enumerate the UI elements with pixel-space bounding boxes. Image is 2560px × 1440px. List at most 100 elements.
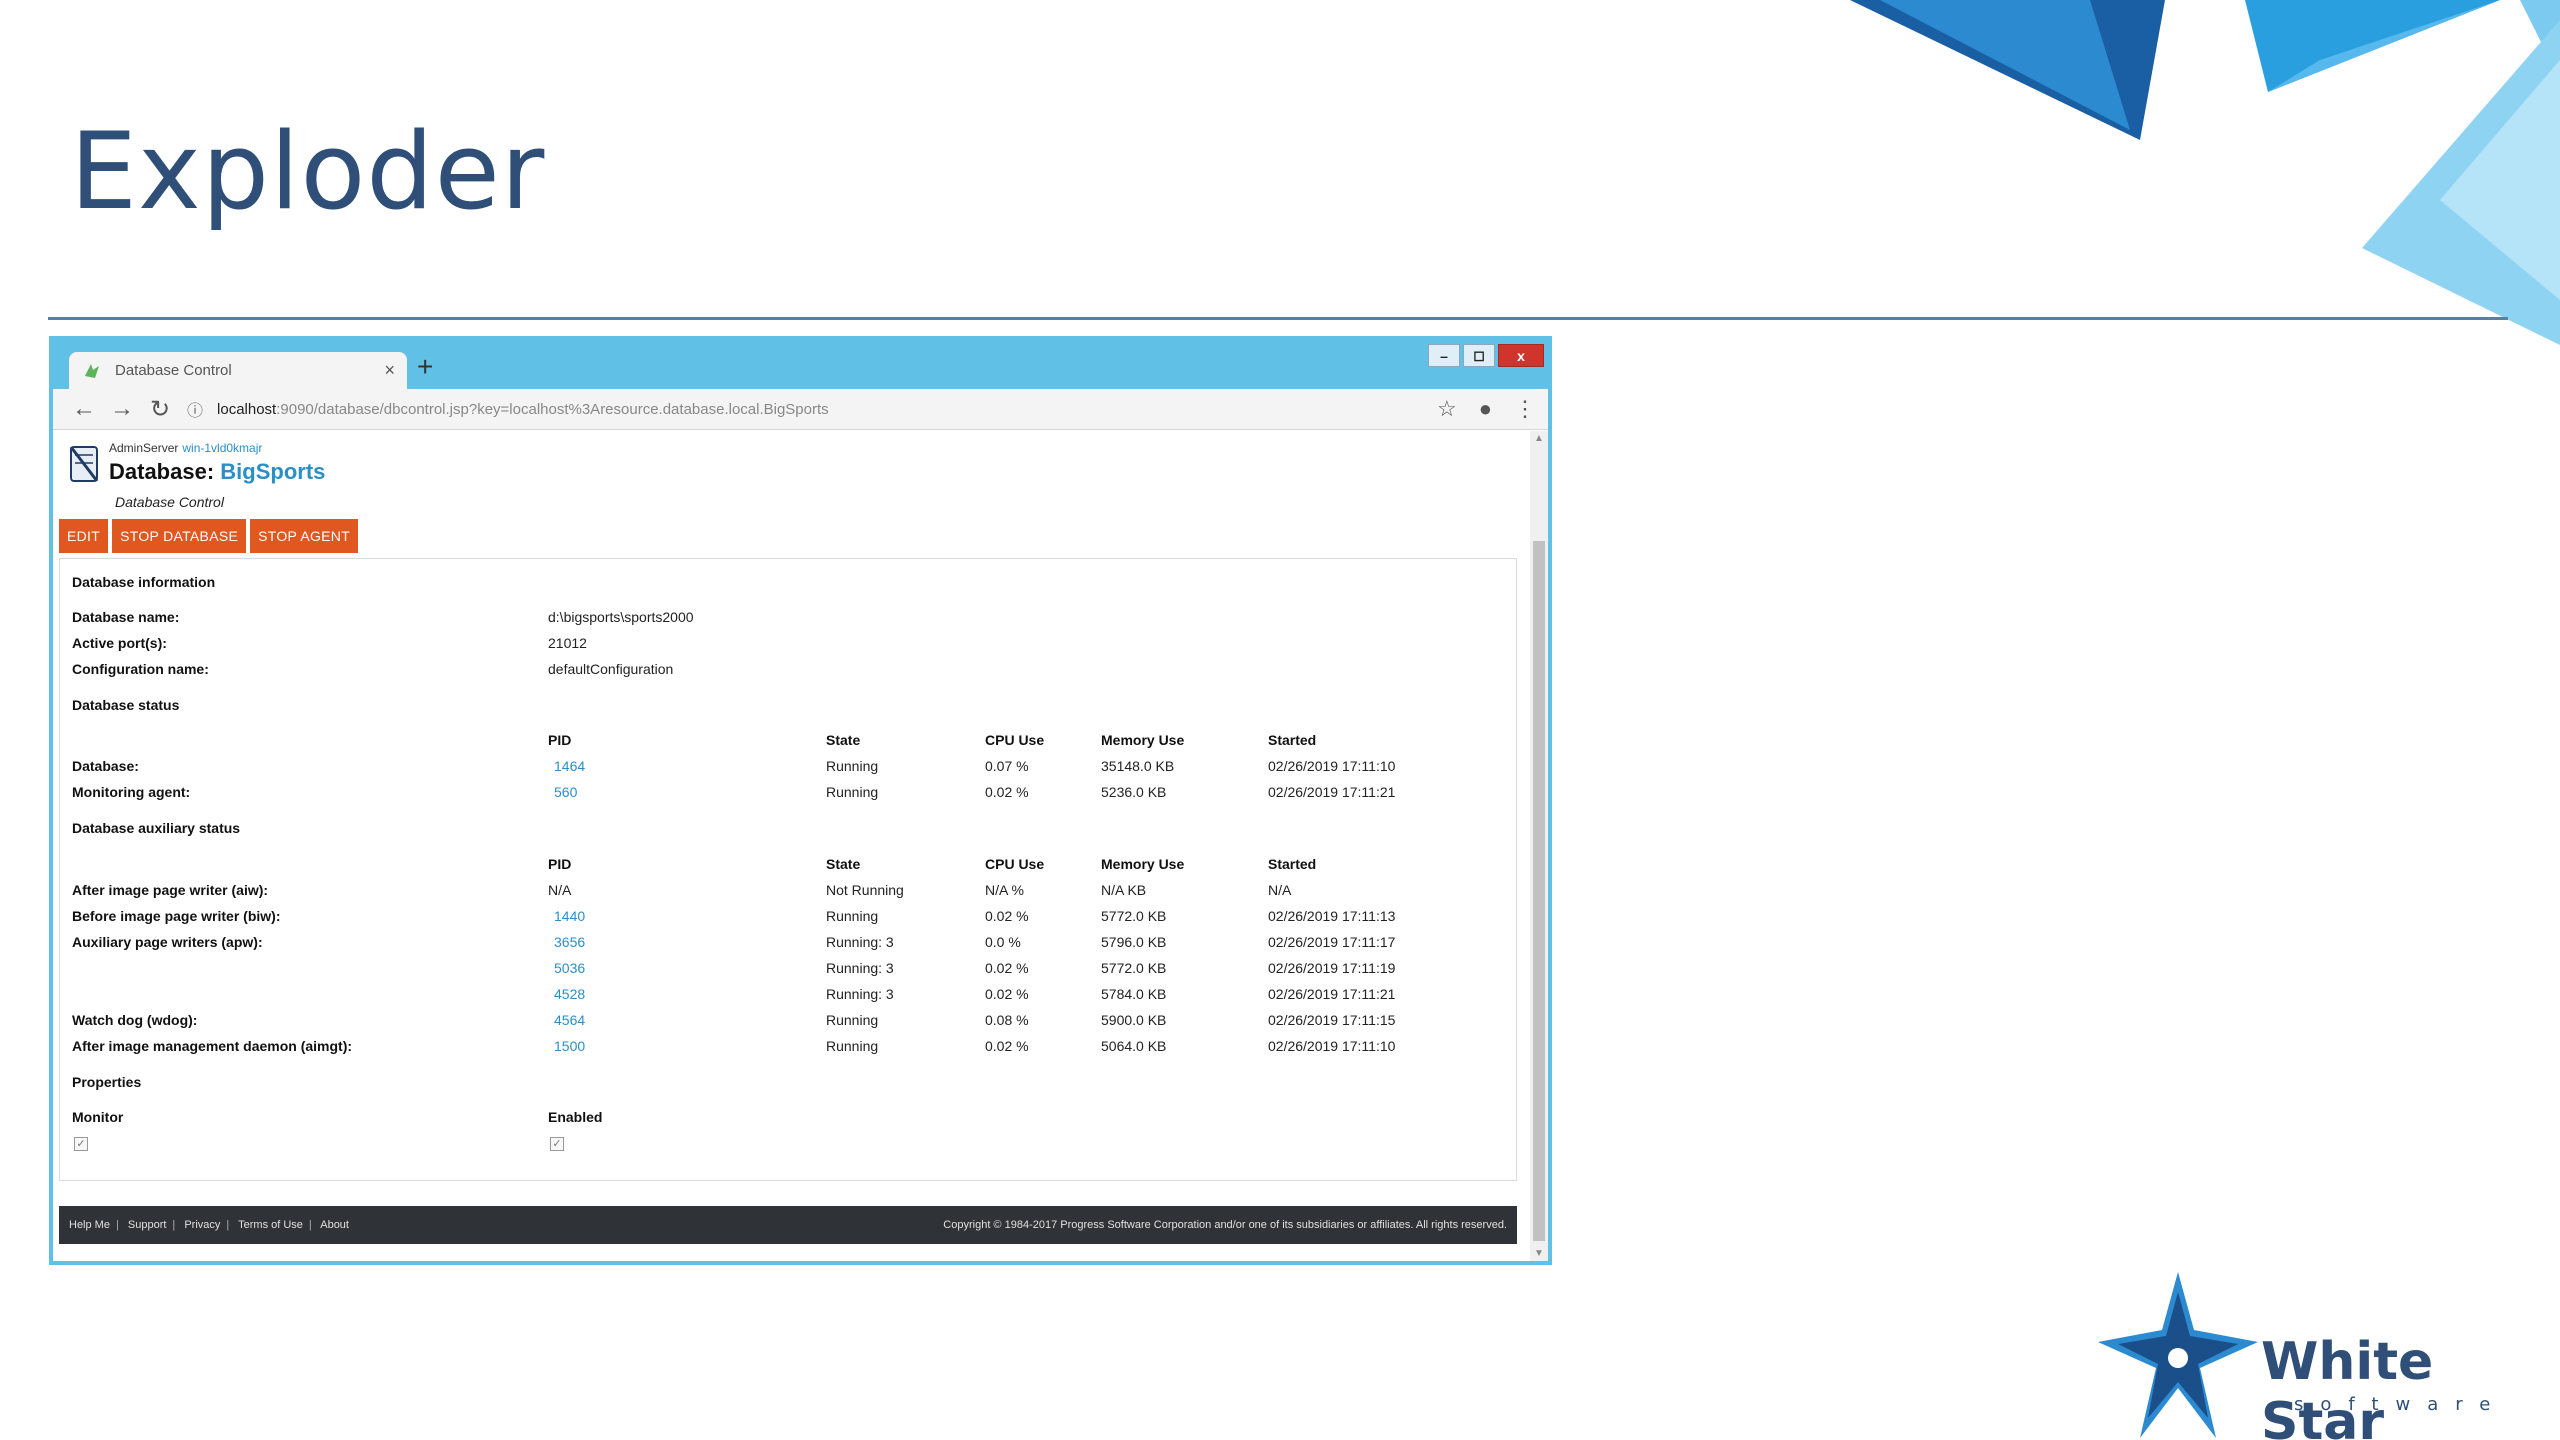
edit-button[interactable]: EDIT xyxy=(59,519,109,553)
page-viewport: AdminServer win-1vld0kmajr Database: BigS… xyxy=(53,431,1530,1261)
info-row: Active port(s): 21012 xyxy=(72,635,1492,655)
minimize-button[interactable]: – xyxy=(1428,344,1460,367)
stop-agent-button[interactable]: STOP AGENT xyxy=(250,519,359,553)
slide-title: Exploder xyxy=(70,110,546,233)
cpu-value: 0.02 % xyxy=(985,908,1029,924)
state-value: Running xyxy=(826,1012,879,1028)
footer-link-terms[interactable]: Terms of Use xyxy=(238,1219,303,1231)
footer-link-about[interactable]: About xyxy=(320,1219,349,1231)
started-value: 02/26/2019 17:11:10 xyxy=(1268,758,1396,774)
info-value: 21012 xyxy=(548,635,587,651)
footer-link-privacy[interactable]: Privacy xyxy=(184,1219,220,1231)
info-row: Database name: d:\bigsports\sports2000 xyxy=(72,609,1492,629)
window-controls: – ◻ x xyxy=(1425,344,1544,367)
tab-database-control[interactable]: Database Control × xyxy=(69,352,407,389)
section-auxiliary-status: Database auxiliary status xyxy=(72,820,241,836)
cpu-value: 0.02 % xyxy=(985,1038,1029,1054)
process-label: Watch dog (wdog): xyxy=(72,1012,198,1028)
process-label: After image page writer (aiw): xyxy=(72,882,269,898)
started-value: 02/26/2019 17:11:13 xyxy=(1268,908,1396,924)
forward-arrow-icon[interactable]: → xyxy=(103,395,141,423)
started-value: 02/26/2019 17:11:10 xyxy=(1268,1038,1396,1054)
table-row: Watch dog (wdog): 4564 Running 0.08 % 59… xyxy=(72,1012,1492,1032)
state-value: Running: 3 xyxy=(826,960,894,976)
info-icon[interactable]: ⓘ xyxy=(187,397,203,421)
scroll-down-icon[interactable]: ▼ xyxy=(1530,1248,1548,1259)
memory-value: 5796.0 KB xyxy=(1101,934,1167,950)
memory-value: 5900.0 KB xyxy=(1101,1012,1167,1028)
pid-link[interactable]: 1500 xyxy=(548,1038,585,1054)
col-cpu: CPU Use xyxy=(985,732,1045,748)
tab-close-icon[interactable]: × xyxy=(384,360,395,381)
footer-link-help[interactable]: Help Me xyxy=(69,1219,110,1231)
white-star-logo: White Star software xyxy=(2098,1272,2518,1440)
pid-link[interactable]: 3656 xyxy=(548,934,585,950)
new-tab-button[interactable]: + xyxy=(417,350,433,384)
database-header: AdminServer win-1vld0kmajr Database: BigS… xyxy=(67,439,1507,510)
col-started: Started xyxy=(1268,732,1317,748)
monitor-label: Monitor xyxy=(72,1109,124,1125)
table-row: After image page writer (aiw): N/A Not R… xyxy=(72,882,1492,902)
memory-value: 5772.0 KB xyxy=(1101,908,1167,924)
info-label: Configuration name: xyxy=(72,661,209,677)
process-label: Auxiliary page writers (apw): xyxy=(72,934,263,950)
bookmark-star-icon[interactable]: ☆ xyxy=(1437,396,1457,422)
database-icon xyxy=(69,446,99,482)
url-path: :9090/database/dbcontrol.jsp?key=localho… xyxy=(276,400,829,418)
admin-server-label: AdminServer xyxy=(109,441,179,455)
table-row: Auxiliary page writers (apw): 3656 Runni… xyxy=(72,934,1492,954)
state-value: Running xyxy=(826,758,879,774)
started-value: 02/26/2019 17:11:19 xyxy=(1268,960,1396,976)
stop-database-button[interactable]: STOP DATABASE xyxy=(112,519,247,553)
vertical-scrollbar[interactable]: ▲ ▼ xyxy=(1530,431,1548,1261)
monitor-checkbox[interactable]: ✓ xyxy=(74,1137,88,1151)
back-arrow-icon[interactable]: ← xyxy=(65,395,103,423)
status-header-row: PID State CPU Use Memory Use Started xyxy=(72,732,1492,752)
account-icon[interactable]: ● xyxy=(1479,396,1492,422)
url-input[interactable]: ⓘ localhost :9090/database/dbcontrol.jsp… xyxy=(187,394,1415,425)
browser-window: Database Control × + – ◻ x ← → ↻ ⓘ local… xyxy=(49,336,1552,1265)
section-properties: Properties xyxy=(72,1074,142,1090)
info-label: Database name: xyxy=(72,609,180,625)
col-memory: Memory Use xyxy=(1101,856,1185,872)
footer-link-support[interactable]: Support xyxy=(128,1219,167,1231)
pid-link[interactable]: 1464 xyxy=(548,758,585,774)
memory-value: 35148.0 KB xyxy=(1101,758,1175,774)
admin-server-link[interactable]: win-1vld0kmajr xyxy=(182,441,262,455)
footer-links: Help Me | Support | Privacy | Terms of Use |… xyxy=(69,1219,349,1231)
enabled-checkbox[interactable]: ✓ xyxy=(550,1137,564,1151)
cpu-value: 0.0 % xyxy=(985,934,1021,950)
cpu-value: 0.02 % xyxy=(985,784,1029,800)
url-host: localhost xyxy=(217,400,277,418)
state-value: Running xyxy=(826,1038,879,1054)
col-cpu: CPU Use xyxy=(985,856,1045,872)
state-value: Running: 3 xyxy=(826,934,894,950)
scrollbar-thumb[interactable] xyxy=(1533,541,1545,1241)
pid-link[interactable]: 1440 xyxy=(548,908,585,924)
pid-link[interactable]: 560 xyxy=(548,784,577,800)
close-window-button[interactable]: x xyxy=(1498,344,1544,367)
memory-value: N/A KB xyxy=(1101,882,1147,898)
properties-header-row: Monitor Enabled xyxy=(72,1109,1492,1129)
pid-value: N/A xyxy=(548,882,572,898)
tab-strip: Database Control × + – ◻ x xyxy=(53,340,1548,389)
pid-link[interactable]: 5036 xyxy=(548,960,585,976)
title-prefix: Database: xyxy=(109,459,215,484)
started-value: 02/26/2019 17:11:17 xyxy=(1268,934,1396,950)
slide-divider xyxy=(48,317,2508,320)
cpu-value: 0.08 % xyxy=(985,1012,1029,1028)
info-value: defaultConfiguration xyxy=(548,661,674,677)
scroll-up-icon[interactable]: ▲ xyxy=(1530,433,1548,444)
pid-link[interactable]: 4564 xyxy=(548,1012,585,1028)
col-pid: PID xyxy=(548,856,572,872)
state-value: Running xyxy=(826,784,879,800)
state-value: Running xyxy=(826,908,879,924)
reload-icon[interactable]: ↻ xyxy=(141,395,179,424)
admin-server-line: AdminServer win-1vld0kmajr xyxy=(109,441,262,455)
pid-link[interactable]: 4528 xyxy=(548,986,585,1002)
menu-kebab-icon[interactable]: ⋮ xyxy=(1514,396,1536,422)
maximize-button[interactable]: ◻ xyxy=(1463,344,1495,367)
logo-wordmark: White Star xyxy=(2261,1332,2434,1440)
section-database-status: Database status xyxy=(72,697,180,713)
table-row: 4528 Running: 3 0.02 % 5784.0 KB 02/26/2… xyxy=(72,986,1492,1006)
